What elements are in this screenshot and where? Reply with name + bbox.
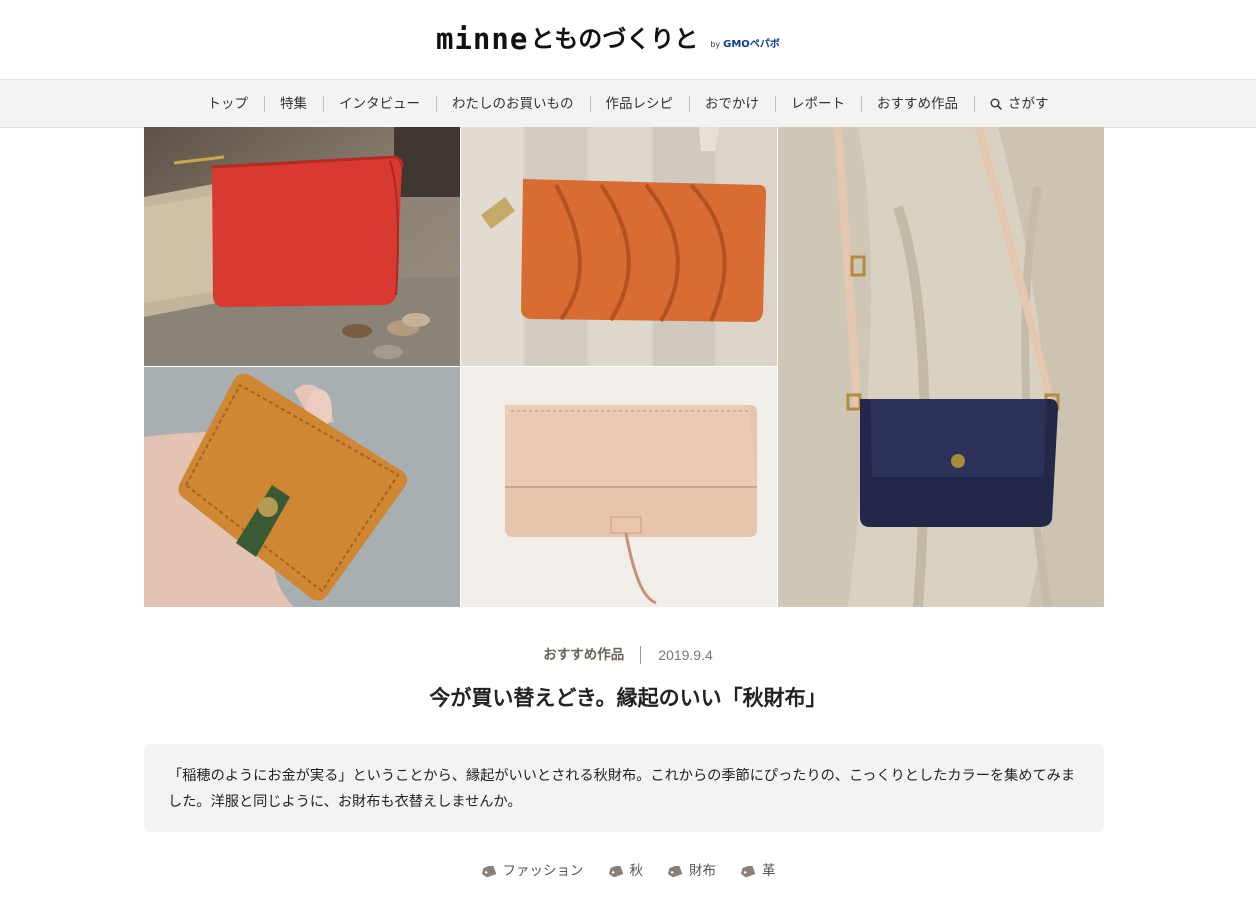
- tag-icon: [481, 865, 496, 877]
- logo-by-text: by: [710, 40, 721, 49]
- tag-wallet[interactable]: 財布: [667, 862, 716, 880]
- nav-search-button[interactable]: さがす: [974, 95, 1065, 113]
- article-category-link[interactable]: おすすめ作品: [543, 646, 642, 664]
- nav-list: トップ 特集 インタビュー わたしのお買いもの 作品レシピ おでかけ レポート …: [192, 95, 1065, 113]
- tag-label: 財布: [689, 863, 716, 879]
- global-nav: トップ 特集 インタビュー わたしのお買いもの 作品レシピ おでかけ レポート …: [0, 79, 1256, 128]
- tag-autumn[interactable]: 秋: [608, 862, 644, 880]
- logo-tagline-text: とものづくりと: [530, 25, 699, 53]
- article-tags: ファッション 秋 財布 革: [0, 862, 1256, 880]
- tag-icon: [667, 865, 682, 877]
- red-wallet-photo: [144, 127, 460, 366]
- nav-item-interview[interactable]: インタビュー: [323, 95, 436, 113]
- tag-leather[interactable]: 革: [740, 862, 776, 880]
- article-date: 2019.9.4: [658, 647, 713, 663]
- nav-item-recipe[interactable]: 作品レシピ: [589, 95, 690, 113]
- article-lead: 「稲穂のようにお金が実る」ということから、縁起がいいとされる秋財布。これからの季…: [144, 744, 1104, 832]
- tag-fashion[interactable]: ファッション: [481, 862, 584, 880]
- tag-label: 秋: [629, 863, 644, 879]
- logo-company-text: GMOペパボ: [723, 39, 780, 50]
- logo-minne-text: minne: [436, 22, 529, 56]
- nav-item-outing[interactable]: おでかけ: [689, 95, 775, 113]
- nav-item-recommended[interactable]: おすすめ作品: [861, 95, 974, 113]
- site-logo[interactable]: minne とものづくりと by GMOペパボ: [436, 22, 780, 56]
- hand-wallet-photo: [144, 367, 460, 607]
- site-header: minne とものづくりと by GMOペパボ: [0, 0, 1256, 79]
- search-icon: [990, 98, 1002, 110]
- nav-item-top[interactable]: トップ: [192, 95, 265, 113]
- tag-label: 革: [762, 863, 776, 879]
- article-lead-text: 「稲穂のようにお金が実る」ということから、縁起がいいとされる秋財布。これからの季…: [168, 768, 1076, 810]
- article-title: 今が買い替えどき。縁起のいい「秋財布」: [429, 686, 827, 710]
- nav-item-report[interactable]: レポート: [775, 95, 861, 113]
- beige-wallet-photo: [461, 367, 777, 607]
- nav-item-feature[interactable]: 特集: [264, 95, 323, 113]
- hero-image[interactable]: [144, 127, 1104, 607]
- nav-item-my-shopping[interactable]: わたしのお買いもの: [436, 95, 590, 113]
- orange-long-wallet-photo: [461, 127, 777, 366]
- tag-icon: [608, 865, 623, 877]
- shoulder-bag-photo: [778, 127, 1104, 607]
- nav-search-label: さがす: [1008, 95, 1049, 112]
- tag-icon: [740, 865, 755, 877]
- article-meta: おすすめ作品 2019.9.4: [0, 646, 1256, 664]
- tag-label: ファッション: [502, 863, 584, 879]
